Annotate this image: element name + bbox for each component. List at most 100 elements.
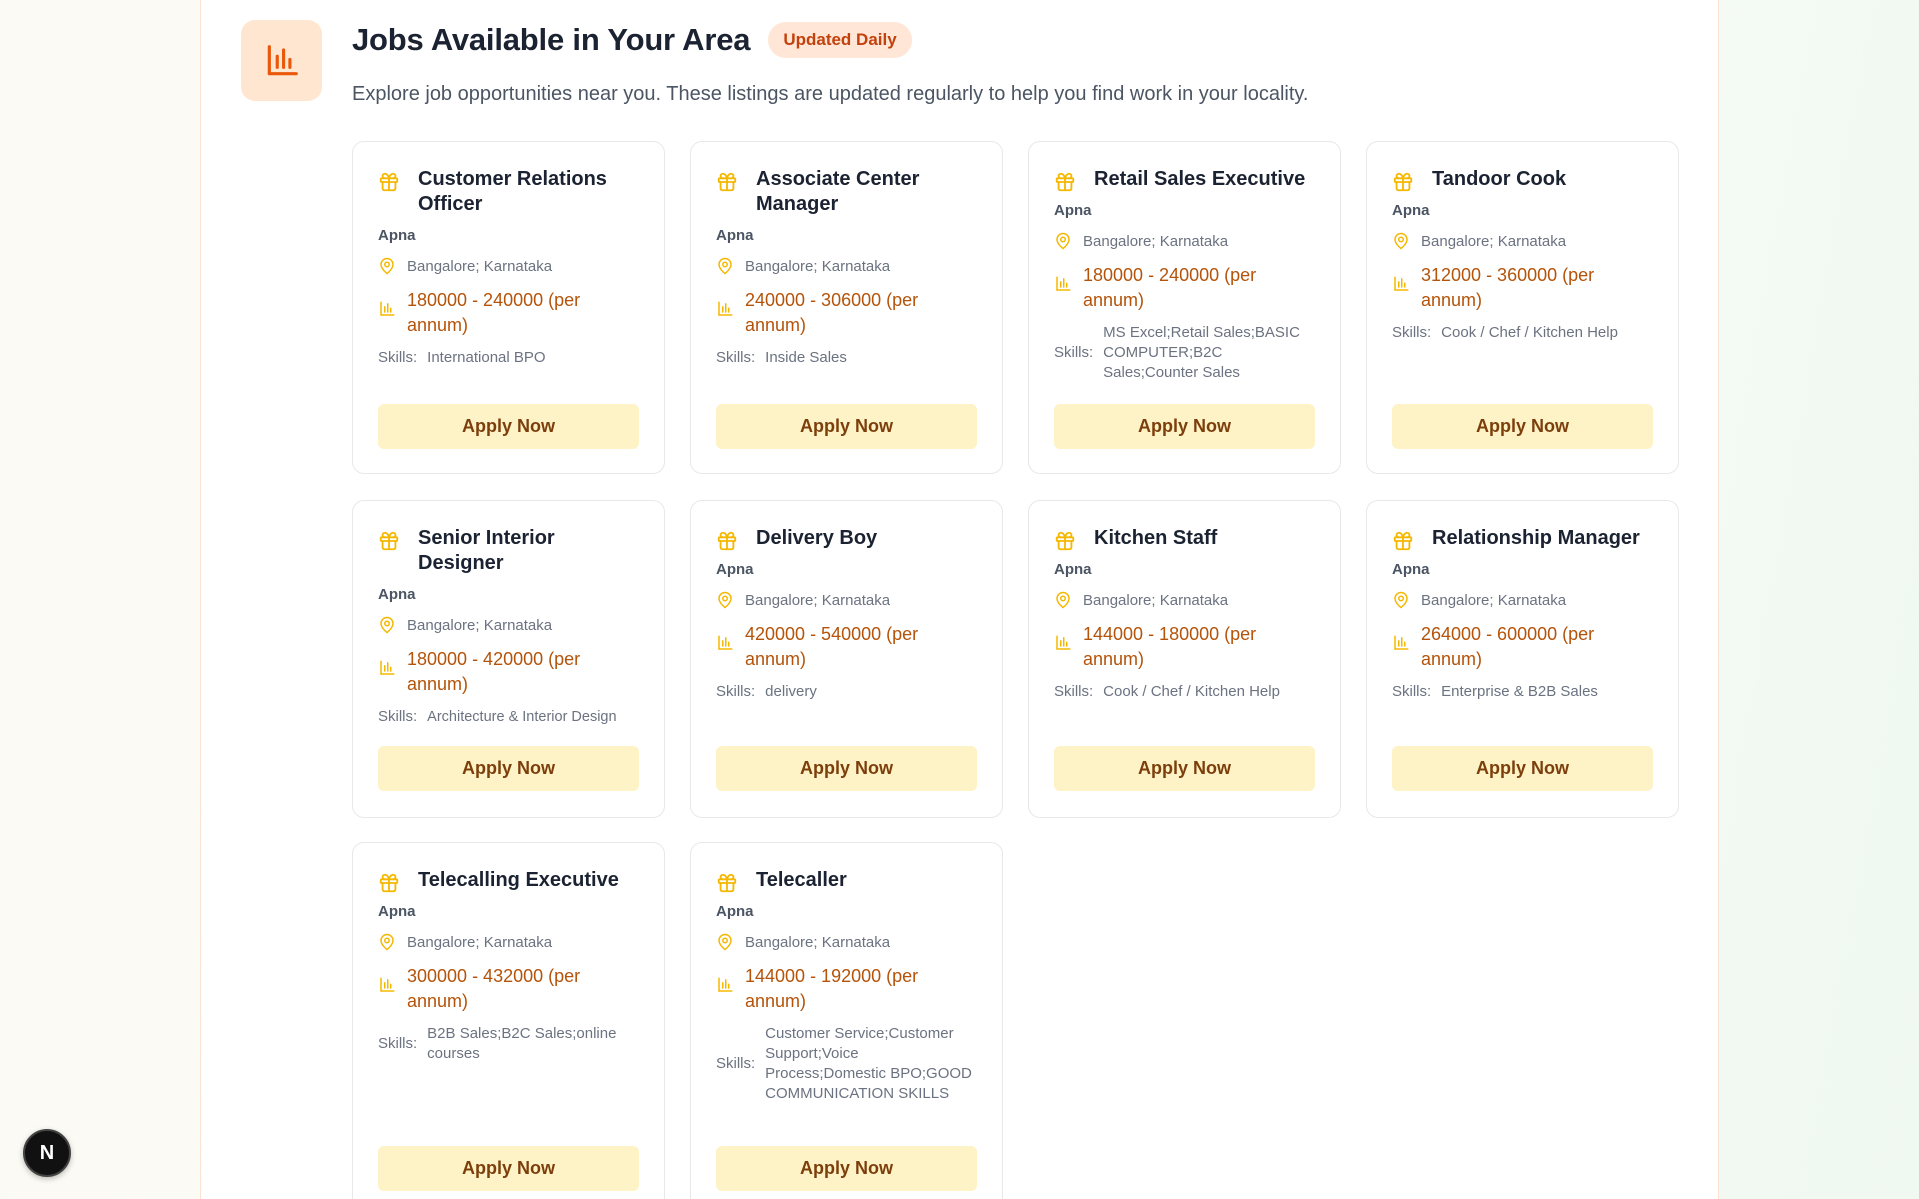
job-location: Bangalore; Karnataka xyxy=(378,933,639,951)
salary-text: 180000 - 420000 (per annum) xyxy=(407,649,581,694)
job-salary: 180000 - 420000 (per annum) xyxy=(378,647,639,697)
job-card: Retail Sales Executive Apna Bangalore; K… xyxy=(1028,141,1341,474)
job-title: Tandoor Cook xyxy=(1432,168,1567,190)
job-title: Associate Center Manager xyxy=(756,168,920,215)
job-title: Delivery Boy xyxy=(756,527,878,549)
location-text: Bangalore; Karnataka xyxy=(1421,232,1567,250)
bar-chart-icon xyxy=(380,977,395,992)
job-salary: 180000 - 240000 (per annum) xyxy=(1054,263,1315,313)
skills-value: Inside Sales xyxy=(765,349,847,366)
location-text: Bangalore; Karnataka xyxy=(407,616,553,634)
job-salary: 144000 - 180000 (per annum) xyxy=(1054,622,1315,672)
salary-text: 144000 - 192000 (per annum) xyxy=(745,966,919,1011)
location-text: Bangalore; Karnataka xyxy=(1083,232,1229,250)
apply-now-button[interactable]: Apply Now xyxy=(1392,746,1653,791)
bar-chart-icon xyxy=(718,635,733,650)
skills-label: Skills: xyxy=(378,349,418,366)
job-location: Bangalore; Karnataka xyxy=(1054,591,1315,609)
skills-value: International BPO xyxy=(427,349,546,366)
location-text: Bangalore; Karnataka xyxy=(745,933,891,951)
job-salary: 144000 - 192000 (per annum) xyxy=(716,964,977,1014)
job-skills: Skills: B2B Sales;B2C Sales;online cours… xyxy=(378,1024,639,1064)
apply-now-button[interactable]: Apply Now xyxy=(1054,404,1315,449)
bar-chart-icon xyxy=(1056,276,1071,291)
company-name: Apna xyxy=(378,586,416,603)
next-logo-icon: N xyxy=(39,1141,55,1164)
apply-now-button[interactable]: Apply Now xyxy=(378,1146,639,1191)
skills-value: Enterprise & B2B Sales xyxy=(1441,683,1598,700)
skills-label: Skills: xyxy=(716,683,756,700)
job-salary: 240000 - 306000 (per annum) xyxy=(716,288,977,338)
skills-label: Skills: xyxy=(378,1035,418,1052)
bar-chart-icon xyxy=(380,301,395,316)
gift-icon xyxy=(717,531,737,551)
location-text: Bangalore; Karnataka xyxy=(407,933,553,951)
company-name: Apna xyxy=(716,561,754,578)
apply-now-button[interactable]: Apply Now xyxy=(716,746,977,791)
gift-icon xyxy=(717,172,737,192)
bar-chart-icon xyxy=(1394,276,1409,291)
company-name: Apna xyxy=(1392,202,1430,219)
job-title: Customer Relations Officer xyxy=(418,168,607,215)
bar-chart-icon xyxy=(718,977,733,992)
skills-label: Skills: xyxy=(1392,683,1432,700)
skills-label: Skills: xyxy=(1392,324,1432,341)
skills-label: Skills: xyxy=(716,349,756,366)
company-name: Apna xyxy=(1392,561,1430,578)
apply-now-button[interactable]: Apply Now xyxy=(1054,746,1315,791)
job-title: Relationship Manager xyxy=(1432,527,1640,549)
salary-text: 264000 - 600000 (per annum) xyxy=(1421,624,1595,669)
job-skills: Skills: Architecture & Interior Design xyxy=(378,707,639,727)
gift-icon xyxy=(1393,531,1413,551)
map-pin-icon xyxy=(1056,591,1070,609)
gift-icon xyxy=(379,172,399,192)
job-card: Telecaller Apna Bangalore; Karnataka 144… xyxy=(690,842,1003,1199)
job-card: Tandoor Cook Apna Bangalore; Karnataka 3… xyxy=(1366,141,1679,474)
map-pin-icon xyxy=(380,257,394,275)
location-text: Bangalore; Karnataka xyxy=(745,257,891,275)
salary-text: 180000 - 240000 (per annum) xyxy=(407,290,581,335)
job-location: Bangalore; Karnataka xyxy=(1392,591,1653,609)
map-pin-icon xyxy=(718,591,732,609)
job-salary: 420000 - 540000 (per annum) xyxy=(716,622,977,672)
apply-now-button[interactable]: Apply Now xyxy=(378,404,639,449)
apply-now-button[interactable]: Apply Now xyxy=(716,1146,977,1191)
map-pin-icon xyxy=(1394,232,1408,250)
location-text: Bangalore; Karnataka xyxy=(745,591,891,609)
salary-text: 144000 - 180000 (per annum) xyxy=(1083,624,1257,669)
gift-icon xyxy=(717,873,737,893)
gift-icon xyxy=(1393,172,1413,192)
job-card: Kitchen Staff Apna Bangalore; Karnataka … xyxy=(1028,500,1341,818)
job-card: Customer Relations Officer Apna Bangalor… xyxy=(352,141,665,474)
page-title: Jobs Available in Your Area xyxy=(352,22,751,57)
apply-now-button[interactable]: Apply Now xyxy=(716,404,977,449)
job-skills: Skills: International BPO xyxy=(378,348,639,368)
skills-value: delivery xyxy=(765,683,817,700)
job-location: Bangalore; Karnataka xyxy=(378,257,639,275)
apply-now-button[interactable]: Apply Now xyxy=(1392,404,1653,449)
skills-label: Skills: xyxy=(1054,344,1094,361)
job-title: Retail Sales Executive xyxy=(1094,168,1306,190)
map-pin-icon xyxy=(718,933,732,951)
company-name: Apna xyxy=(378,903,416,920)
apply-now-button[interactable]: Apply Now xyxy=(378,746,639,791)
map-pin-icon xyxy=(718,257,732,275)
job-location: Bangalore; Karnataka xyxy=(716,591,977,609)
gift-icon xyxy=(379,531,399,551)
job-location: Bangalore; Karnataka xyxy=(1054,232,1315,250)
job-card: Relationship Manager Apna Bangalore; Kar… xyxy=(1366,500,1679,818)
job-skills: Skills: Enterprise & B2B Sales xyxy=(1392,682,1653,702)
page-subtitle: Explore job opportunities near you. Thes… xyxy=(352,83,1309,105)
map-pin-icon xyxy=(380,933,394,951)
job-salary: 180000 - 240000 (per annum) xyxy=(378,288,639,338)
job-location: Bangalore; Karnataka xyxy=(716,257,977,275)
gift-icon xyxy=(1055,172,1075,192)
job-skills: Skills: Cook / Chef / Kitchen Help xyxy=(1392,323,1653,343)
bar-chart-icon xyxy=(1394,635,1409,650)
company-name: Apna xyxy=(716,227,754,244)
bar-chart-icon xyxy=(718,301,733,316)
gift-icon xyxy=(379,873,399,893)
skills-value: MS Excel;Retail Sales;BASIC COMPUTER;B2C… xyxy=(1103,324,1300,381)
next-logo-button[interactable]: N xyxy=(23,1129,71,1177)
title-row: Jobs Available in Your Area Updated Dail… xyxy=(352,20,912,60)
